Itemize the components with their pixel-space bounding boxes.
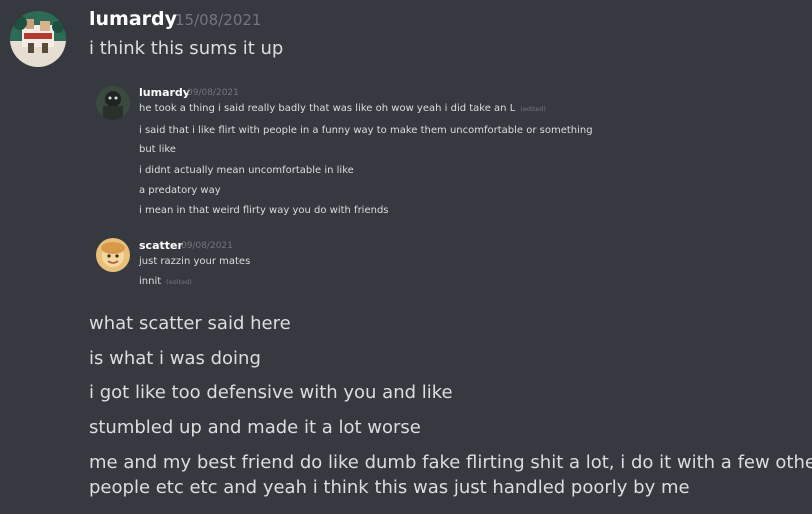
message-author[interactable]: lumardy <box>89 8 177 30</box>
embedded-message-line: he took a thing i said really badly that… <box>139 102 546 116</box>
avatar-lumardy[interactable] <box>10 11 66 67</box>
message-text-line: stumbled up and made it a lot worse <box>89 417 421 438</box>
embedded-message-timestamp: 09/08/2021 <box>181 241 233 251</box>
embedded-message-line-text: he took a thing i said really badly that… <box>139 103 516 114</box>
message-text-line: what scatter said here <box>89 313 291 334</box>
embedded-message-author: scatter <box>139 239 183 252</box>
embedded-avatar-lumardy <box>96 86 130 120</box>
embedded-message-line: just razzin your mates <box>139 256 251 267</box>
embedded-avatar-lumardy-image <box>96 86 130 120</box>
embedded-message-line: i said that i like flirt with people in … <box>139 125 593 136</box>
message-text-line: me and my best friend do like dumb fake … <box>89 452 812 473</box>
message-timestamp: 15/08/2021 <box>175 11 262 29</box>
embedded-message-line: a predatory way <box>139 185 221 196</box>
embedded-message-timestamp: 09/08/2021 <box>187 88 239 98</box>
embedded-message-line: i didnt actually mean uncomfortable in l… <box>139 165 354 176</box>
embedded-message-line-text: innit <box>139 276 162 287</box>
embedded-message-line: innit (edited) <box>139 275 192 289</box>
message-text-line: i got like too defensive with you and li… <box>89 382 453 403</box>
embedded-message-author: lumardy <box>139 86 190 99</box>
message-text-line: is what i was doing <box>89 348 261 369</box>
edited-label: (edited) <box>166 278 192 286</box>
embedded-message-line: but like <box>139 144 176 155</box>
avatar-lumardy-image <box>10 11 66 67</box>
embedded-avatar-scatter-image <box>96 238 130 272</box>
embedded-avatar-scatter <box>96 238 130 272</box>
edited-label: (edited) <box>520 105 546 113</box>
embedded-message-line: i mean in that weird flirty way you do w… <box>139 205 389 216</box>
message-text-line: people etc etc and yeah i think this was… <box>89 477 690 498</box>
message-text-line: i think this sums it up <box>89 38 284 59</box>
